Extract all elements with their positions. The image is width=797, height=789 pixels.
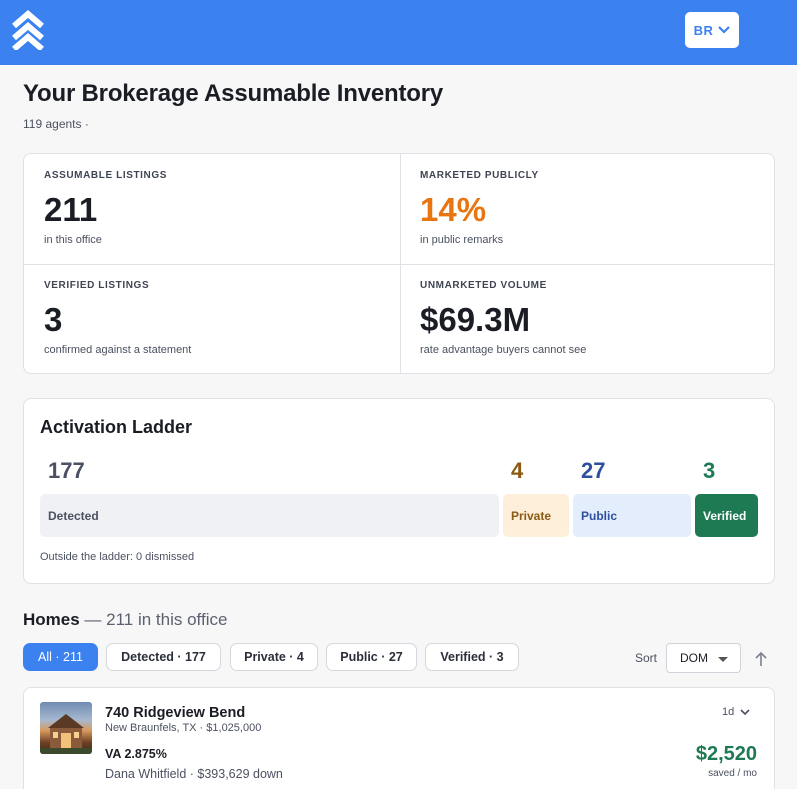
- filter-chip-all[interactable]: All · 211: [23, 643, 98, 671]
- ladder-count-detected: 177: [48, 458, 85, 483]
- ladder-title: Activation Ladder: [40, 417, 193, 437]
- listing-dom: 1d: [722, 706, 735, 718]
- homes-heading: Homes — 211 in this office: [23, 610, 227, 630]
- listing-dom-toggle[interactable]: 1d: [722, 706, 750, 718]
- stat-assumable-listings: ASSUMABLE LISTINGS 211 in this office: [44, 170, 374, 246]
- agent-count: 119 agents ·: [23, 117, 89, 131]
- filter-chip-public[interactable]: Public · 27: [326, 643, 417, 671]
- page-title: Your Brokerage Assumable Inventory: [23, 80, 443, 107]
- listing-savings: $2,520: [695, 743, 757, 765]
- homes-count: — 211 in this office: [84, 610, 228, 629]
- sort-select[interactable]: DOM: [666, 643, 741, 673]
- stat-marketed-publicly: MARKETED PUBLICLY 14% in public remarks: [420, 170, 750, 246]
- chevron-stack-logo-icon[interactable]: [11, 10, 45, 50]
- stat-value: 211: [44, 191, 98, 228]
- activation-ladder: Activation Ladder 177 4 27 3 Detected Pr…: [23, 398, 775, 584]
- chevron-down-icon: [718, 26, 731, 34]
- stat-label: ASSUMABLE LISTINGS: [44, 170, 168, 181]
- stats-panel: ASSUMABLE LISTINGS 211 in this office MA…: [23, 153, 775, 374]
- user-initials: BR: [693, 22, 714, 38]
- sort-value: DOM: [680, 651, 708, 665]
- stat-value: 3: [44, 301, 63, 338]
- divider: [24, 264, 774, 265]
- listing-savings-label: saved / mo: [708, 768, 757, 779]
- stat-sub: confirmed against a statement: [44, 344, 192, 356]
- ladder-footer: Outside the ladder: 0 dismissed: [40, 551, 195, 563]
- filter-chip-verified[interactable]: Verified · 3: [425, 643, 519, 671]
- ladder-count-private: 4: [511, 458, 524, 483]
- stat-verified-listings: VERIFIED LISTINGS 3 confirmed against a …: [44, 280, 374, 356]
- ladder-count-verified: 3: [703, 458, 716, 483]
- filter-chip-detected[interactable]: Detected · 177: [106, 643, 221, 671]
- listing-photo: [40, 702, 92, 754]
- stat-unmarketed-volume: UNMARKETED VOLUME $69.3M rate advantage …: [420, 280, 750, 356]
- ladder-stage-detected[interactable]: Detected: [40, 494, 499, 537]
- stat-sub: rate advantage buyers cannot see: [420, 344, 587, 356]
- ladder-stage-private[interactable]: Private: [503, 494, 569, 537]
- listing-card[interactable]: 740 Ridgeview Bend New Braunfels, TX · $…: [23, 687, 775, 789]
- listing-agent: Dana Whitfield · $393,629 down: [105, 767, 283, 781]
- ladder-stage-verified[interactable]: Verified: [695, 494, 758, 537]
- stat-label: MARKETED PUBLICLY: [420, 170, 539, 181]
- stat-label: UNMARKETED VOLUME: [420, 280, 547, 291]
- ladder-count-public: 27: [581, 458, 606, 483]
- top-bar: BR: [0, 0, 797, 65]
- stat-value: 14%: [420, 191, 487, 228]
- listing-address: 740 Ridgeview Bend: [105, 705, 246, 721]
- stat-sub: in public remarks: [420, 234, 504, 246]
- ladder-stage-public[interactable]: Public: [573, 494, 691, 537]
- stat-value: $69.3M: [420, 301, 531, 338]
- arrow-up-icon[interactable]: [754, 651, 768, 667]
- caret-down-icon: [718, 657, 728, 662]
- stat-sub: in this office: [44, 234, 102, 246]
- chevron-down-icon: [740, 708, 750, 715]
- listing-rate: VA 2.875%: [105, 747, 167, 761]
- filter-chip-private[interactable]: Private · 4: [230, 643, 318, 671]
- homes-title: Homes: [23, 610, 80, 629]
- sort-label: Sort: [635, 651, 658, 665]
- stat-label: VERIFIED LISTINGS: [44, 280, 150, 291]
- listing-location: New Braunfels, TX · $1,025,000: [105, 722, 262, 734]
- user-menu-button[interactable]: BR: [685, 12, 739, 48]
